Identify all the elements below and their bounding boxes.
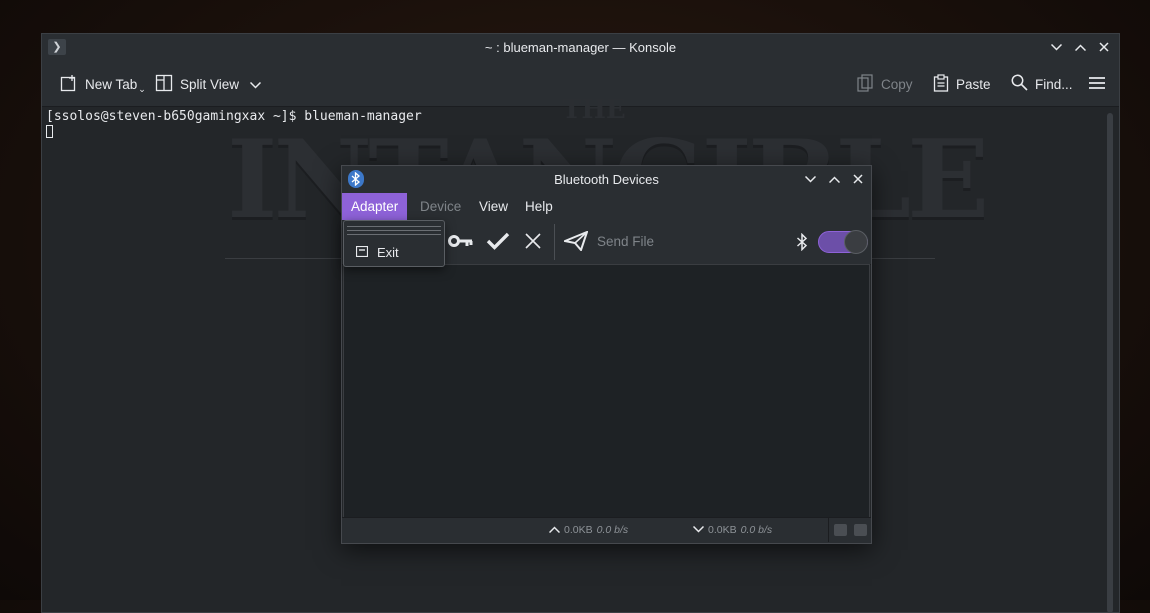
receive-led-icon <box>854 524 867 536</box>
device-list[interactable] <box>343 264 870 518</box>
terminal-scrollbar[interactable] <box>1107 113 1113 613</box>
split-view-label: Split View <box>180 76 240 92</box>
menu-help[interactable]: Help <box>516 193 562 220</box>
split-view-icon <box>155 74 173 95</box>
toolbar-separator <box>554 224 555 260</box>
upload-amount: 0.0KB <box>564 524 593 536</box>
chevron-down-icon[interactable]: ⌄ <box>138 84 146 95</box>
send-file-icon[interactable] <box>561 230 589 256</box>
upload-stat: 0.0KB 0.0 b/s <box>548 524 629 536</box>
konsole-titlebar[interactable]: ❯ ~ : blueman-manager — Konsole <box>42 34 1119 62</box>
chevron-down-icon[interactable] <box>250 77 262 92</box>
window-title: ~ : blueman-manager — Konsole <box>484 40 677 55</box>
paste-icon <box>933 73 949 95</box>
new-tab-button[interactable]: New Tab ⌄ <box>60 72 146 96</box>
download-stat: 0.0KB 0.0 b/s <box>692 524 773 536</box>
download-rate: 0.0 b/s <box>740 524 773 536</box>
terminal-cursor <box>46 125 53 138</box>
menu-device[interactable]: Device <box>411 193 470 220</box>
bluetooth-icon <box>796 232 808 256</box>
toggle-knob <box>844 230 868 254</box>
hamburger-icon <box>1088 76 1106 93</box>
paste-label: Paste <box>956 76 991 92</box>
minimize-button[interactable] <box>803 170 817 188</box>
trust-check-icon[interactable] <box>486 232 510 255</box>
hamburger-menu-button[interactable] <box>1088 72 1106 96</box>
upload-rate: 0.0 b/s <box>596 524 629 536</box>
exit-icon <box>355 245 369 260</box>
menu-separator <box>347 234 441 235</box>
copy-button[interactable]: Copy <box>857 72 913 96</box>
bluetooth-power-toggle[interactable] <box>818 230 868 254</box>
bluetooth-statusbar: 0.0KB 0.0 b/s 0.0KB 0.0 b/s <box>342 517 871 543</box>
paste-button[interactable]: Paste <box>933 72 991 96</box>
menu-separator <box>347 230 441 231</box>
send-file-label[interactable]: Send File <box>597 234 654 249</box>
terminal-prompt-line: [ssolos@steven-b650gamingxax ~]$ blueman… <box>46 109 422 124</box>
minimize-button[interactable] <box>1049 38 1063 56</box>
menu-adapter[interactable]: Adapter <box>342 193 408 220</box>
bluetooth-window-title: Bluetooth Devices <box>554 172 659 187</box>
search-icon <box>1011 74 1028 94</box>
download-amount: 0.0KB <box>708 524 737 536</box>
exit-label: Exit <box>377 245 399 260</box>
transmit-led-icon <box>834 524 847 536</box>
maximize-button[interactable] <box>1073 38 1087 56</box>
bluetooth-menubar: Adapter Device View Help <box>342 193 871 220</box>
find-button[interactable]: Find... <box>1011 72 1073 96</box>
adapter-dropdown-menu: Exit <box>343 220 445 267</box>
find-label: Find... <box>1035 76 1073 92</box>
download-arrow-icon <box>692 524 705 536</box>
copy-label: Copy <box>881 76 913 92</box>
upload-arrow-icon <box>548 524 561 536</box>
maximize-button[interactable] <box>827 170 841 188</box>
menu-separator <box>347 226 441 227</box>
new-tab-icon <box>60 74 78 95</box>
close-button[interactable] <box>851 170 865 188</box>
bluetooth-titlebar[interactable]: Bluetooth Devices <box>342 166 871 193</box>
new-tab-label: New Tab <box>85 76 138 92</box>
pair-key-icon[interactable] <box>448 232 474 255</box>
copy-icon <box>857 73 874 95</box>
exit-menu-item[interactable]: Exit <box>355 245 399 260</box>
split-view-button[interactable]: Split View <box>155 72 262 96</box>
remove-x-icon[interactable] <box>524 232 542 255</box>
status-separator <box>828 518 829 542</box>
menu-view[interactable]: View <box>470 193 517 220</box>
close-button[interactable] <box>1097 38 1111 56</box>
